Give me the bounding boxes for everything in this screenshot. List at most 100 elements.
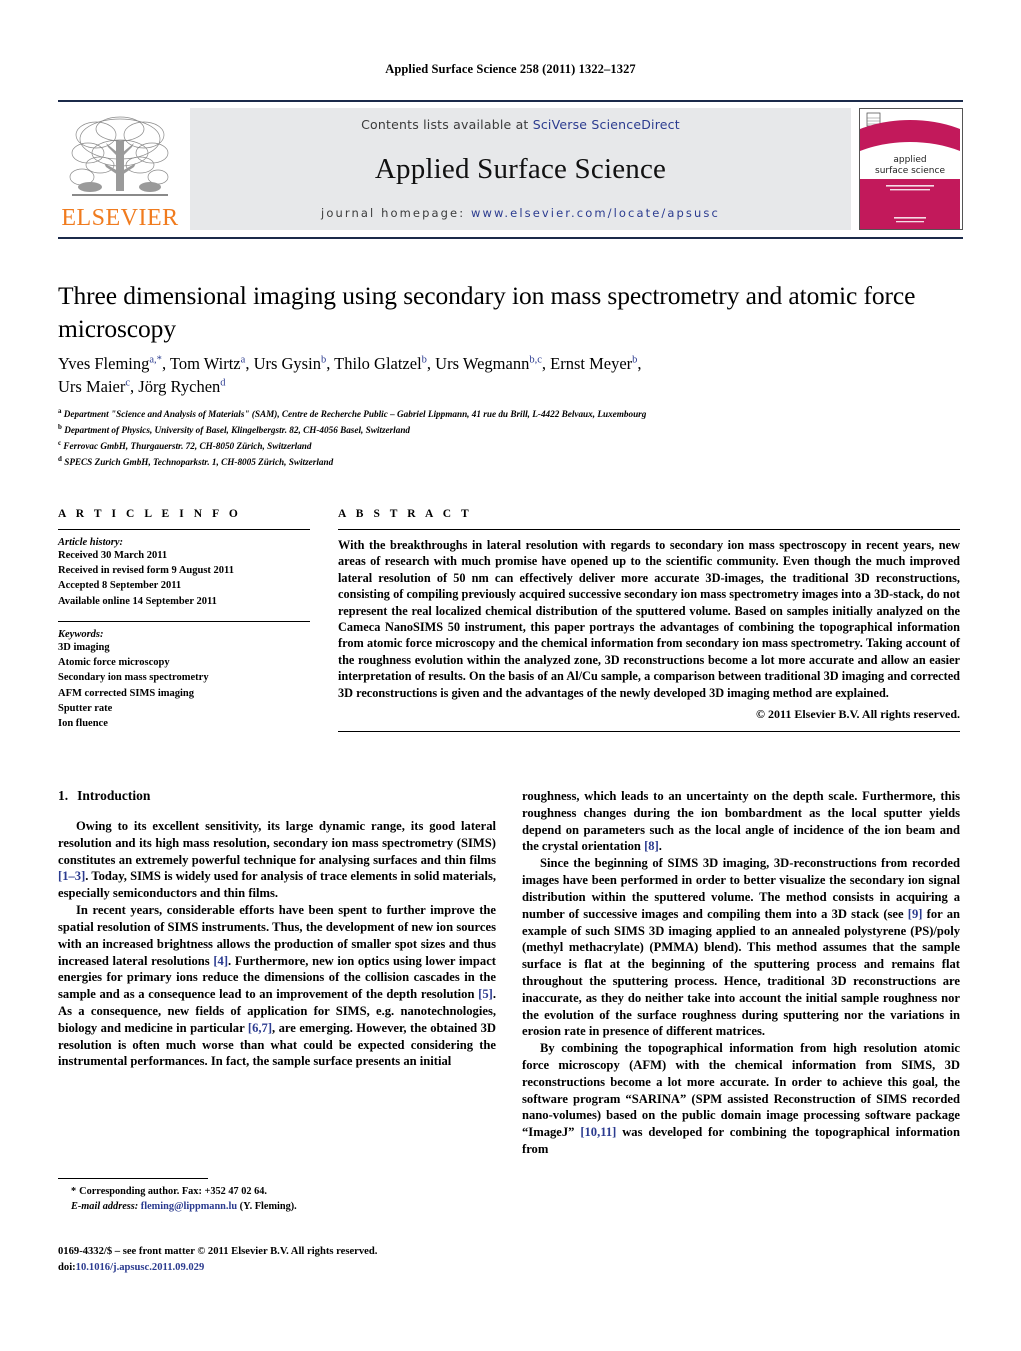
author-affiliation-marker: c — [125, 377, 131, 389]
keyword-item: Sputter rate — [58, 702, 113, 714]
journal-masthead: ELSEVIER Contents lists available at Sci… — [58, 100, 963, 239]
svg-text:applied: applied — [893, 155, 926, 165]
email-suffix: (Y. Fleming). — [239, 1201, 297, 1213]
keyword-item: Secondary ion mass spectrometry — [58, 672, 209, 684]
article-info-heading: A R T I C L E I N F O — [58, 508, 242, 520]
keyword-item: Ion fluence — [58, 717, 108, 729]
body-paragraph: In recent years, considerable efforts ha… — [58, 903, 497, 1069]
elsevier-wordmark: ELSEVIER — [61, 205, 179, 231]
doi-link[interactable]: 10.1016/j.apsusc.2011.09.029 — [76, 1262, 205, 1273]
sciencedirect-link[interactable]: SciVerse ScienceDirect — [533, 117, 680, 132]
contents-list-line: Contents lists available at SciVerse Sci… — [361, 117, 680, 132]
affiliation-marker: a — [58, 407, 62, 415]
author-affiliation-marker: b — [421, 354, 427, 366]
body-paragraph: roughness, which leads to an uncertainty… — [522, 789, 960, 854]
keywords-rule — [58, 620, 310, 622]
article-history-item: Received 30 March 2011 — [58, 550, 168, 561]
affiliation-list: a Department "Science and Analysis of Ma… — [58, 406, 948, 470]
article-info-column: A R T I C L E I N F O Article history: R… — [58, 508, 310, 731]
journal-homepage-line: journal homepage: www.elsevier.com/locat… — [321, 206, 720, 220]
footnote-block: * Corresponding author. Fax: +352 47 02 6… — [58, 1178, 496, 1215]
citation-link[interactable]: [4] — [213, 954, 228, 968]
homepage-url[interactable]: www.elsevier.com/locate/apsusc — [471, 206, 720, 220]
homepage-label: journal homepage: — [321, 206, 471, 220]
citation-link[interactable]: [10,11] — [580, 1125, 616, 1139]
asterisk-icon: * — [71, 1186, 77, 1197]
elsevier-tree-icon — [69, 116, 169, 196]
footnote-rule — [58, 1178, 208, 1179]
abstract-column: A B S T R A C T With the breakthroughs i… — [338, 508, 960, 733]
author-name: Yves Fleming — [58, 354, 150, 373]
affiliation-item: c Ferrovac GmbH, Thurgauerstr. 72, CH-80… — [58, 438, 312, 451]
body-paragraph: Since the beginning of SIMS 3D imaging, … — [522, 856, 961, 1039]
contents-prefix: Contents lists available at — [361, 117, 533, 132]
body-paragraph: By combining the topographical informati… — [522, 1041, 960, 1157]
author-name: Tom Wirtz — [169, 354, 241, 373]
author-affiliation-marker: b — [320, 354, 327, 366]
page-title: Three dimensional imaging using secondar… — [58, 281, 916, 343]
frontmatter-line: 0169-4332/$ – see front matter © 2011 El… — [58, 1246, 378, 1257]
author-name: Urs Wegmann — [435, 354, 530, 373]
section-heading-introduction: 1. Introduction — [58, 788, 496, 804]
paper-page: Applied Surface Science 258 (2011) 1322–… — [0, 0, 1021, 1351]
affiliation-item: b Department of Physics, University of B… — [58, 422, 411, 436]
journal-banner: Contents lists available at SciVerse Sci… — [190, 108, 851, 230]
citation-link[interactable]: [5] — [478, 987, 493, 1001]
section-number: 1. — [58, 788, 69, 803]
right-paragraphs: roughness, which leads to an uncertainty… — [522, 788, 960, 1158]
abstract-heading: A B S T R A C T — [338, 508, 473, 520]
author-affiliation-marker: d — [220, 377, 226, 389]
email-note: E-mail address: fleming@lippmann.lu (Y. … — [58, 1199, 496, 1214]
author-list: Yves Fleminga,*, Tom Wirtza, Urs Gysinb,… — [58, 352, 938, 399]
left-paragraphs: Owing to its excellent sensitivity, its … — [58, 818, 496, 1070]
frontmatter-block: 0169-4332/$ – see front matter © 2011 El… — [58, 1244, 518, 1276]
affiliation-marker: d — [58, 454, 62, 463]
author-affiliation-marker: b — [632, 354, 638, 366]
email-link[interactable]: fleming@lippmann.lu — [141, 1201, 237, 1212]
section-title: Introduction — [77, 788, 151, 803]
affiliation-marker: b — [58, 422, 62, 431]
doi-label: doi: — [58, 1261, 76, 1273]
abstract-copyright: © 2011 Elsevier B.V. All rights reserved… — [756, 707, 960, 722]
running-head: Applied Surface Science 258 (2011) 1322–… — [385, 62, 636, 76]
author-name: Urs Gysin — [253, 354, 321, 373]
cover-art: applied surface science — [860, 109, 960, 229]
svg-text:surface science: surface science — [875, 166, 945, 176]
body-column-left: 1. Introduction Owing to its excellent se… — [58, 788, 496, 1070]
affiliation-marker: c — [58, 438, 62, 447]
citation-link[interactable]: [8] — [644, 839, 659, 853]
article-history-item: Accepted 8 September 2011 — [58, 580, 182, 592]
abstract-text: With the breakthroughs in lateral resolu… — [338, 538, 960, 700]
citation-link[interactable]: [1–3] — [58, 869, 85, 883]
author-name: Urs Maier — [58, 377, 126, 397]
masthead-bottom-rule — [58, 237, 963, 239]
article-history-list: Received 30 March 2011 Received in revise… — [58, 548, 310, 609]
journal-cover-thumbnail: applied surface science — [859, 108, 963, 230]
author-affiliation-marker: a — [240, 354, 246, 366]
elsevier-logo: ELSEVIER — [58, 108, 182, 230]
journal-title: Applied Surface Science — [374, 152, 667, 185]
author-name: Ernst Meyer — [550, 354, 633, 373]
abstract-rule — [338, 529, 960, 530]
keywords-list: 3D imaging Atomic force microscopy Seconda… — [58, 640, 310, 731]
author-name: Thilo Glatzel — [334, 354, 422, 373]
author-name: Jörg Rychen — [138, 377, 221, 397]
keyword-item: AFM corrected SIMS imaging — [58, 687, 194, 699]
email-label: E-mail address: — [71, 1201, 139, 1213]
keyword-item: Atomic force microscopy — [58, 657, 170, 669]
article-history-label: Article history: — [58, 537, 124, 548]
keyword-item: 3D imaging — [58, 641, 110, 653]
keywords-label: Keywords: — [58, 628, 104, 640]
corresponding-author-note: * Corresponding author. Fax: +352 47 02 6… — [58, 1184, 496, 1199]
body-column-right: roughness, which leads to an uncertainty… — [522, 788, 960, 1158]
citation-link[interactable]: [9] — [908, 907, 923, 921]
article-history-item: Available online 14 September 2011 — [58, 595, 217, 607]
authors-line-2: Urs Maierc, Jörg Rychend — [58, 377, 226, 397]
abstract-bottom-rule — [338, 731, 960, 733]
affiliation-item: d SPECS Zurich GmbH, Technoparkstr. 1, C… — [58, 454, 334, 467]
citation-link[interactable]: [6,7] — [248, 1021, 272, 1035]
author-affiliation-marker: a,* — [149, 354, 162, 366]
corresponding-author-text: Corresponding author. Fax: +352 47 02 64… — [79, 1186, 267, 1197]
article-info-rule — [58, 529, 310, 530]
article-history-item: Received in revised form 9 August 2011 — [58, 565, 234, 577]
